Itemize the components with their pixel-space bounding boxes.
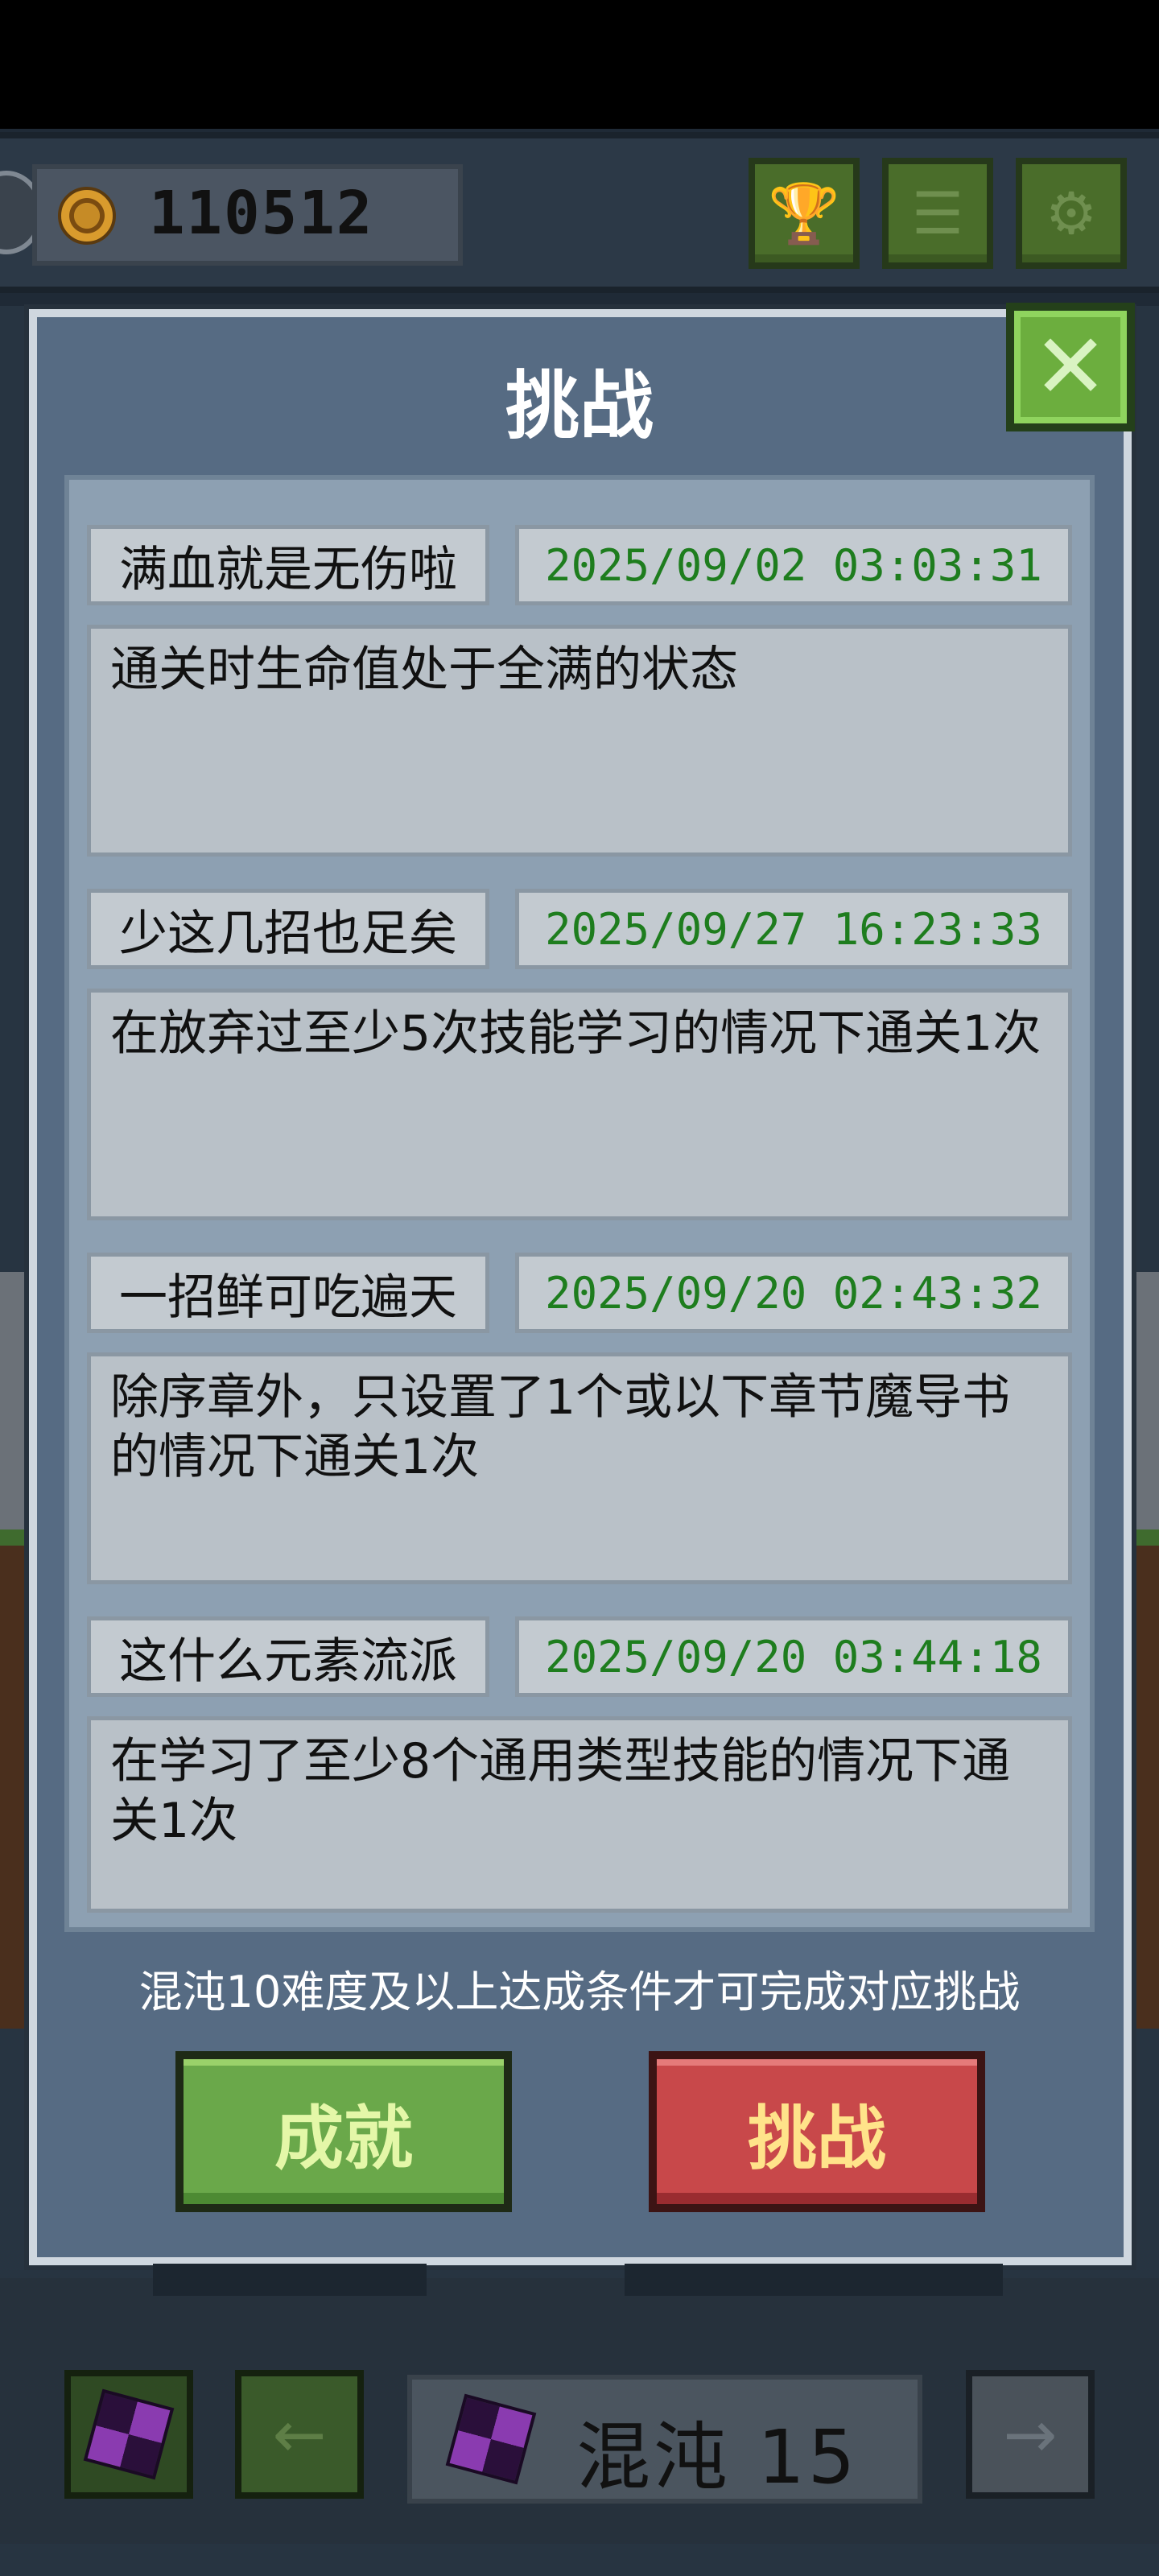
challenge-name: 少这几招也足矣 <box>87 889 489 969</box>
coin-count: 110512 <box>149 179 374 248</box>
bottom-tab-right <box>625 2264 1003 2296</box>
previous-difficulty-button[interactable]: ← <box>235 2370 364 2499</box>
difficulty-label: 混沌 15 <box>576 2414 859 2500</box>
challenge-button[interactable]: 挑战 <box>649 2051 985 2212</box>
difficulty-hint: 混沌10难度及以上达成条件才可完成对应挑战 <box>138 1967 1021 2017</box>
challenge-time: 2025/09/20 03:44:18 <box>515 1616 1072 1697</box>
challenge-name: 一招鲜可吃遍天 <box>87 1253 489 1333</box>
challenge-time: 2025/09/02 03:03:31 <box>515 525 1072 605</box>
challenge-description: 通关时生命值处于全满的状态 <box>87 625 1072 857</box>
close-icon: ✕ <box>1033 315 1108 419</box>
coin-icon <box>58 187 116 245</box>
list-button[interactable]: ☰ <box>882 158 993 269</box>
next-difficulty-button[interactable]: → <box>966 2370 1095 2499</box>
challenge-description: 在放弃过至少5次技能学习的情况下通关1次 <box>87 989 1072 1220</box>
challenge-name: 这什么元素流派 <box>87 1616 489 1697</box>
trophy-button[interactable]: 🏆 <box>749 158 860 269</box>
list-icon: ☰ <box>911 180 964 247</box>
dialog-title: 挑战 <box>505 363 654 449</box>
bottom-tab-left <box>153 2264 427 2296</box>
settings-button[interactable]: ⚙ <box>1016 158 1127 269</box>
challenge-description: 除序章外，只设置了1个或以下章节魔导书的情况下通关1次 <box>87 1352 1072 1584</box>
challenge-description: 在学习了至少8个通用类型技能的情况下通关1次 <box>87 1716 1072 1913</box>
challenge-time: 2025/09/27 16:23:33 <box>515 889 1072 969</box>
arrow-left-icon: ← <box>272 2396 327 2472</box>
challenge-time: 2025/09/20 02:43:32 <box>515 1253 1072 1333</box>
achievement-button[interactable]: 成就 <box>175 2051 512 2212</box>
arrow-right-icon: → <box>1003 2396 1058 2472</box>
gear-icon: ⚙ <box>1045 180 1098 247</box>
trophy-icon: 🏆 <box>768 179 840 247</box>
close-button[interactable]: ✕ <box>1006 303 1135 431</box>
challenge-name: 满血就是无伤啦 <box>87 525 489 605</box>
